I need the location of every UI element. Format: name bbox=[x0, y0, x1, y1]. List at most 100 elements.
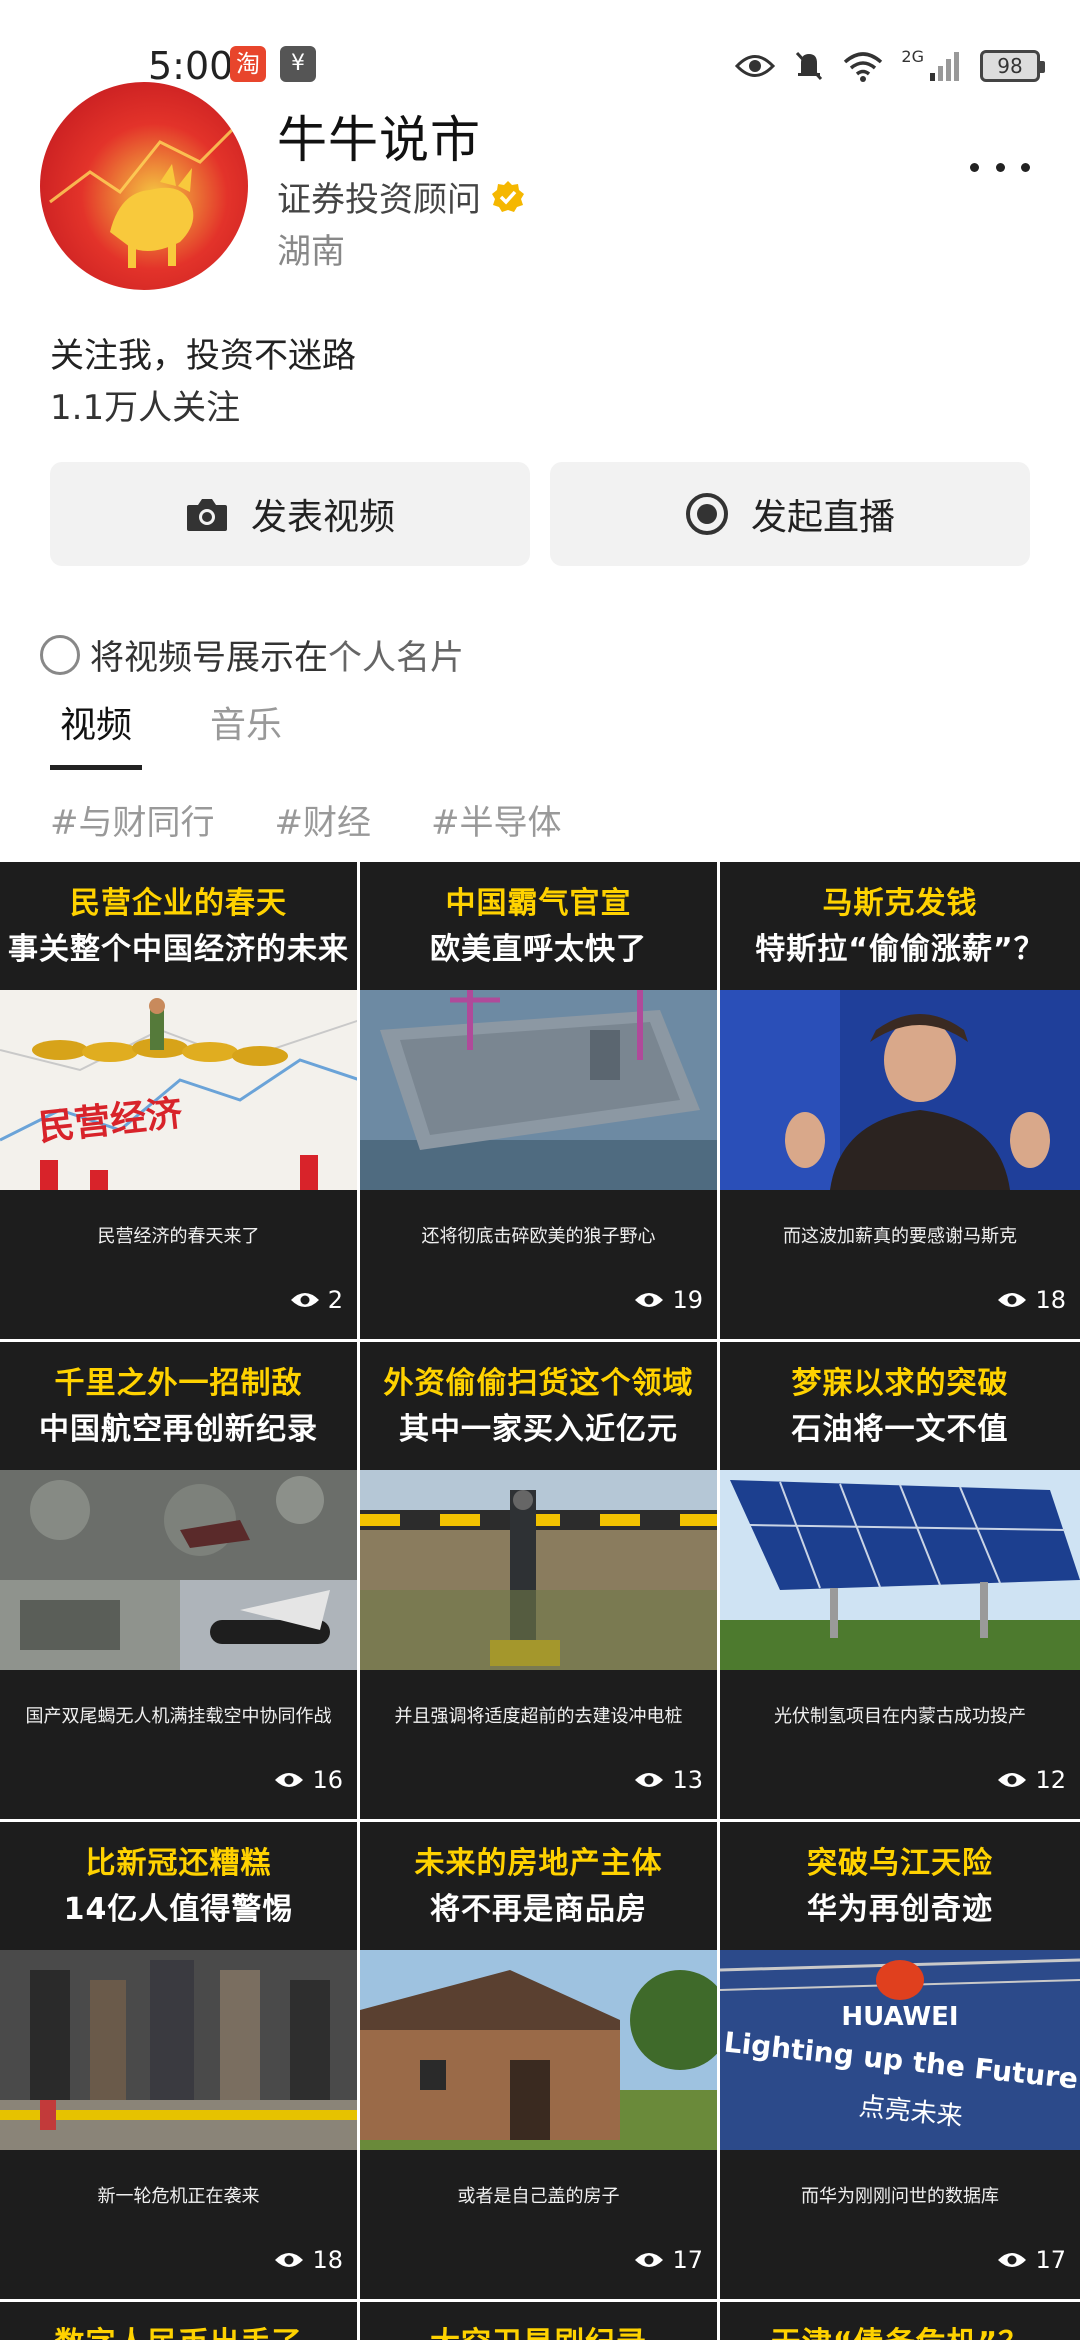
video-title-line2: 石油将一文不值 bbox=[791, 1412, 1009, 1447]
video-title-line2: 其中一家买入近亿元 bbox=[399, 1412, 678, 1447]
followers-count[interactable]: 1.1万人关注 bbox=[50, 380, 240, 429]
video-caption: 而这波加薪真的要感谢马斯克 bbox=[783, 1226, 1017, 1247]
tab-music[interactable]: 音乐 bbox=[200, 690, 292, 760]
video-title-line1: 梦寐以求的突破 bbox=[791, 1366, 1009, 1401]
personal-card-link[interactable]: 个人名片 bbox=[328, 630, 464, 679]
view-count-number: 18 bbox=[312, 2246, 343, 2274]
video-title-line2: 欧美直呼太快了 bbox=[430, 932, 647, 967]
eye-icon bbox=[998, 1293, 1027, 1307]
video-card[interactable]: 数字人民币出手了 bbox=[0, 2302, 360, 2340]
eye-icon bbox=[635, 1293, 664, 1307]
view-count: 18 bbox=[997, 1286, 1066, 1314]
video-title-line1: 外资偷偷扫货这个领域 bbox=[383, 1366, 694, 1401]
avatar[interactable] bbox=[40, 82, 248, 290]
video-caption: 或者是自己盖的房子 bbox=[457, 2186, 620, 2207]
certification-label: 证券投资顾问 bbox=[277, 172, 525, 221]
verified-badge-icon bbox=[492, 180, 524, 212]
video-caption: 新一轮危机正在袭来 bbox=[97, 2186, 260, 2207]
video-caption: 光伏制氢项目在内蒙古成功投产 bbox=[774, 1706, 1026, 1727]
video-thumbnail bbox=[720, 1470, 1080, 1670]
video-card[interactable]: 未来的房地产主体 将不再是商品房 或者是自己盖的房子 17 bbox=[360, 1822, 720, 2302]
video-thumbnail bbox=[360, 1470, 717, 1670]
video-thumbnail bbox=[0, 1470, 357, 1670]
payment-notification-icon: ¥ bbox=[280, 46, 316, 82]
view-count-number: 17 bbox=[1035, 2246, 1066, 2274]
view-count: 16 bbox=[274, 1766, 343, 1794]
tab-video[interactable]: 视频 bbox=[50, 690, 143, 770]
eye-icon bbox=[635, 2253, 664, 2267]
camera-icon bbox=[186, 499, 227, 531]
video-caption: 国产双尾蝎无人机满挂载空中协同作战 bbox=[25, 1706, 332, 1727]
content-tabs: 视频 音乐 bbox=[50, 690, 292, 770]
hashtag-item[interactable]: #与财同行 bbox=[50, 795, 215, 844]
more-options-icon[interactable] bbox=[970, 152, 1030, 182]
video-card[interactable]: 民营企业的春天 事关整个中国经济的未来 民营经济 民营经济的春天来了 2 bbox=[0, 862, 360, 1342]
video-card[interactable]: 外资偷偷扫货这个领域 其中一家买入近亿元 并且强调将适度超前的去建设冲电桩 13 bbox=[360, 1342, 720, 1822]
live-record-icon bbox=[685, 493, 728, 535]
video-thumbnail bbox=[360, 1950, 717, 2150]
view-count-number: 2 bbox=[327, 1286, 343, 1314]
video-title-line1: 民营企业的春天 bbox=[70, 886, 287, 921]
video-thumbnail: HUAWEI Lighting up the Future 点亮未来 bbox=[720, 1950, 1080, 2150]
view-count-number: 16 bbox=[312, 1766, 343, 1794]
video-caption: 并且强调将适度超前的去建设冲电桩 bbox=[394, 1706, 683, 1727]
post-video-button[interactable]: 发表视频 bbox=[50, 462, 530, 566]
profile-name: 牛牛说市 bbox=[277, 111, 481, 169]
video-title-line1: 突破乌江天险 bbox=[807, 1846, 993, 1881]
view-count: 19 bbox=[634, 1286, 703, 1314]
video-title-line1: 比新冠还糟糕 bbox=[85, 1846, 272, 1881]
video-caption: 还将彻底击碎欧美的狼子野心 bbox=[421, 1226, 656, 1247]
video-title-line1: 千里之外一招制敌 bbox=[54, 1366, 303, 1401]
video-title-line2: 中国航空再创新纪录 bbox=[39, 1412, 318, 1447]
start-live-button[interactable]: 发起直播 bbox=[550, 462, 1030, 566]
show-on-card-prefix: 将视频号展示在 bbox=[90, 638, 328, 678]
video-card[interactable]: 大空卫星刷纪录 bbox=[360, 2302, 720, 2340]
video-card[interactable]: 突破乌江天险 华为再创奇迹 HUAWEI Lighting up the Fut… bbox=[720, 1822, 1080, 2302]
bull-logo-image bbox=[49, 120, 242, 268]
eye-icon bbox=[735, 55, 776, 77]
video-title-line2: 华为再创奇迹 bbox=[807, 1892, 993, 1927]
view-count: 2 bbox=[290, 1286, 343, 1314]
view-count: 13 bbox=[634, 1766, 703, 1794]
mute-bell-icon bbox=[796, 51, 823, 81]
video-caption: 民营经济的春天来了 bbox=[97, 1226, 260, 1247]
eye-icon bbox=[275, 1773, 304, 1787]
view-count: 17 bbox=[997, 2246, 1066, 2274]
hashtag-list: #与财同行 #财经 #半导体 bbox=[50, 795, 562, 844]
video-card[interactable]: 千里之外一招制敌 中国航空再创新纪录 国产双尾蝎无人机满挂载空中协同作战 16 bbox=[0, 1342, 360, 1822]
eye-icon bbox=[635, 1773, 664, 1787]
video-thumbnail bbox=[0, 1950, 357, 2150]
bio-text: 关注我，投资不迷路 bbox=[50, 336, 356, 376]
network-type: 2G bbox=[901, 46, 924, 66]
start-live-label: 发起直播 bbox=[750, 497, 895, 538]
video-card[interactable]: 比新冠还糟糕 14亿人值得警惕 新一轮危机正在袭来 18 bbox=[0, 1822, 360, 2302]
view-count-number: 12 bbox=[1035, 1766, 1066, 1794]
video-card[interactable]: 马斯克发钱 特斯拉“偷偷涨薪”？ 而这波加薪真的要感谢马斯克 18 bbox=[720, 862, 1080, 1342]
eye-icon bbox=[998, 1773, 1027, 1787]
hashtag-item[interactable]: #财经 bbox=[275, 795, 372, 844]
video-card[interactable]: 中国霸气官宣 欧美直呼太快了 还将彻底击碎欧美的狼子野心 19 bbox=[360, 862, 720, 1342]
video-caption: 而华为刚刚问世的数据库 bbox=[801, 2186, 999, 2207]
view-count: 18 bbox=[274, 2246, 343, 2274]
video-thumbnail bbox=[360, 990, 717, 1190]
video-card[interactable]: 梦寐以求的突破 石油将一文不值 光伏制氢项目在内蒙古成功投产 12 bbox=[720, 1342, 1080, 1822]
eye-icon bbox=[275, 2253, 304, 2267]
taobao-notification-icon: 淘 bbox=[230, 46, 266, 82]
certification-text: 证券投资顾问 bbox=[277, 180, 481, 220]
view-count-number: 19 bbox=[672, 1286, 703, 1314]
video-title-line1: 中国霸气官宣 bbox=[445, 886, 632, 921]
video-title-line1: 天津“债务危机”？ bbox=[720, 2318, 1080, 2340]
video-title-line1: 数字人民币出手了 bbox=[0, 2318, 357, 2340]
view-count-number: 18 bbox=[1035, 1286, 1066, 1314]
view-count-number: 17 bbox=[672, 2246, 703, 2274]
video-thumbnail: 民营经济 bbox=[0, 990, 357, 1190]
video-card[interactable]: 天津“债务危机”？ bbox=[720, 2302, 1080, 2340]
signal-icon bbox=[930, 52, 959, 81]
show-on-card-toggle[interactable]: 将视频号展示在 个人名片 bbox=[40, 630, 464, 679]
eye-icon bbox=[998, 2253, 1027, 2267]
radio-unchecked-icon[interactable] bbox=[40, 634, 80, 675]
hashtag-item[interactable]: #半导体 bbox=[431, 795, 562, 844]
video-title-line2: 特斯拉“偷偷涨薪”？ bbox=[755, 932, 1045, 967]
video-title-line2: 14亿人值得警惕 bbox=[63, 1892, 294, 1927]
wifi-icon bbox=[844, 52, 883, 82]
